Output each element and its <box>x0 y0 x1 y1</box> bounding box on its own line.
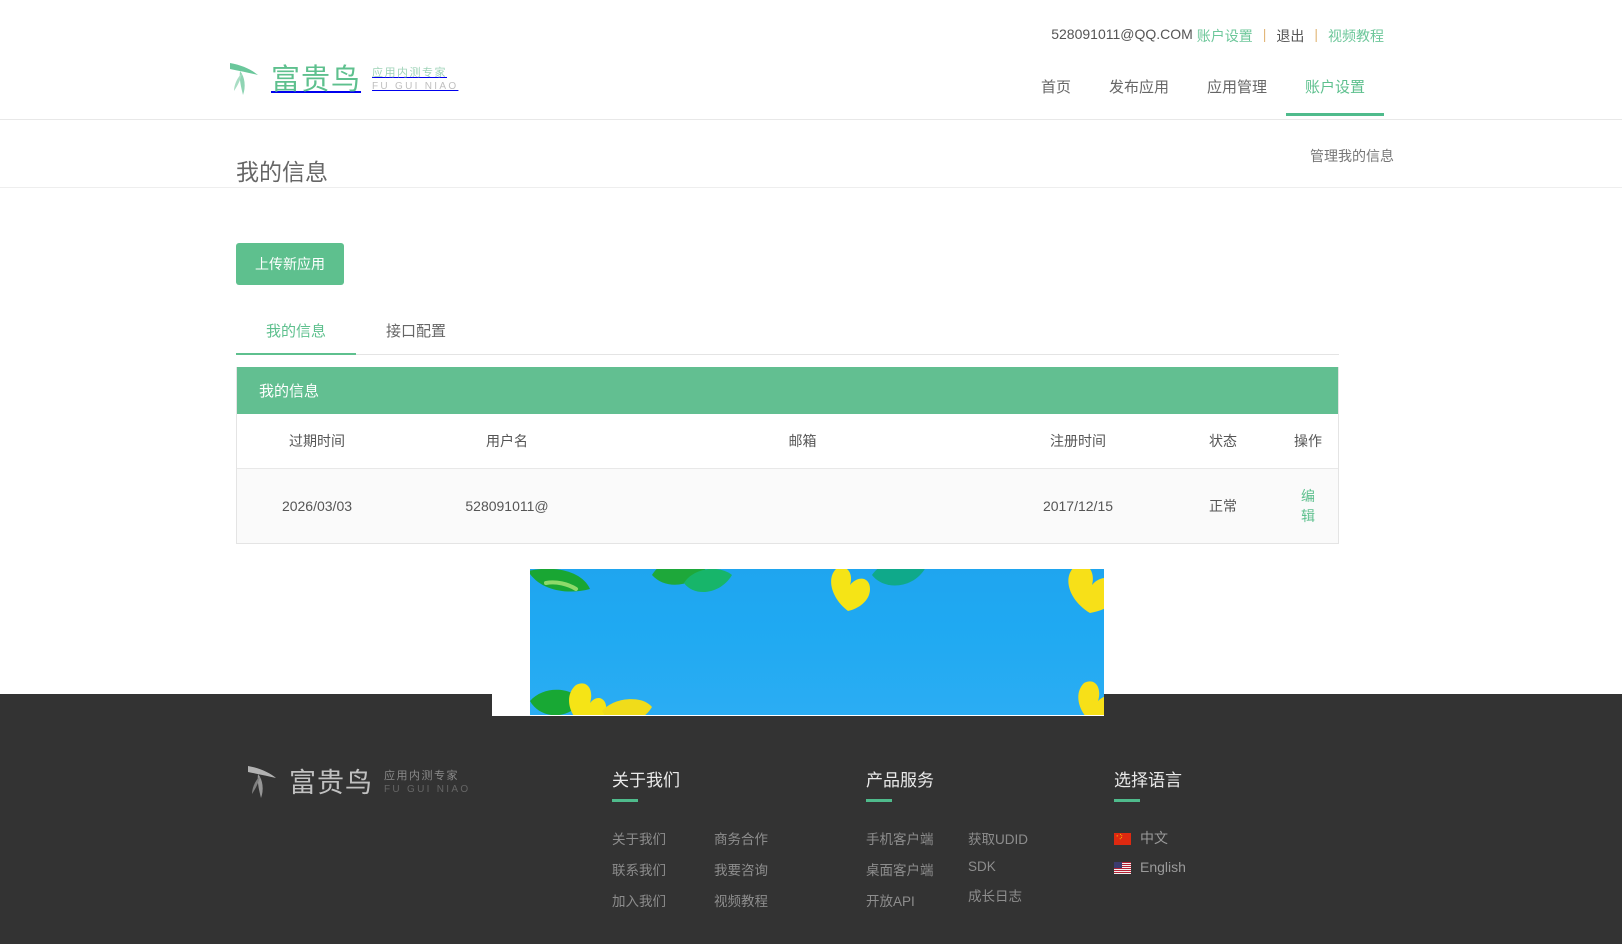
footer-link-open-api[interactable]: 开放API <box>866 890 954 910</box>
us-flag-icon <box>1114 861 1131 873</box>
footer-products-title: 产品服务 <box>866 766 1028 791</box>
page-title: 我的信息 <box>236 153 328 187</box>
site-footer <box>0 694 1622 944</box>
footer-link-group: 手机客户端 桌面客户端 开放API <box>866 828 954 910</box>
footer-link-sdk[interactable]: SDK <box>968 859 1028 874</box>
leaf-bird-logo-icon <box>228 57 262 97</box>
leaf-icon <box>1060 569 1104 615</box>
footer-link-video-tutorial[interactable]: 视频教程 <box>714 890 768 910</box>
footer-logo-tagline-cn: 应用内测专家 <box>384 771 470 783</box>
column-email: 邮箱 <box>617 414 988 469</box>
logout-link[interactable]: 退出 <box>1276 26 1304 46</box>
separator: | <box>1263 26 1267 42</box>
footer-title-underline <box>866 799 892 802</box>
leaf-icon <box>824 569 874 613</box>
footer-logo-tagline: 应用内测专家 FU GUI NIAO <box>384 765 470 795</box>
footer-link-mobile-client[interactable]: 手机客户端 <box>866 828 954 848</box>
footer-about-links: 关于我们 联系我们 加入我们 商务合作 我要咨询 视频教程 <box>612 828 768 910</box>
tab-api-config[interactable]: 接口配置 <box>356 310 476 355</box>
footer-link-get-udid[interactable]: 获取UDID <box>968 828 1028 848</box>
footer-link-group: 商务合作 我要咨询 视频教程 <box>714 828 768 910</box>
footer-title-underline <box>1114 799 1140 802</box>
account-settings-link[interactable]: 账户设置 <box>1197 26 1253 46</box>
column-username: 用户名 <box>397 414 617 469</box>
overlay-preview-image[interactable] <box>530 569 1104 715</box>
table-header-row: 过期时间 用户名 邮箱 注册时间 状态 操作 <box>237 414 1338 469</box>
footer-products-links: 手机客户端 桌面客户端 开放API 获取UDID SDK 成长日志 <box>866 828 1028 910</box>
cell-username: 528091011@ <box>397 469 617 544</box>
table-row: 2026/03/03 528091011@ 2017/12/15 正常 编辑 <box>237 469 1338 544</box>
separator: | <box>1314 26 1318 42</box>
edit-link[interactable]: 编辑 <box>1299 486 1317 526</box>
my-info-card: 我的信息 过期时间 用户名 邮箱 注册时间 状态 操作 2026/03/03 <box>236 367 1339 544</box>
leaf-icon <box>1070 679 1104 715</box>
upload-new-app-button[interactable]: 上传新应用 <box>236 243 344 285</box>
leaf-icon <box>870 569 928 597</box>
nav-item-apps[interactable]: 应用管理 <box>1188 64 1286 116</box>
footer-language-title: 选择语言 <box>1114 766 1186 791</box>
language-option-chinese[interactable]: 中文 <box>1114 828 1186 848</box>
site-logo[interactable]: 富贵鸟 应用内测专家 FU GUI NIAO <box>228 56 458 98</box>
footer-column-about: 关于我们 关于我们 联系我们 加入我们 商务合作 我要咨询 视频教程 <box>612 766 768 910</box>
language-link-english[interactable]: English <box>1140 859 1186 875</box>
footer-logo-name: 富贵鸟 <box>289 761 373 800</box>
footer-link-business[interactable]: 商务合作 <box>714 828 768 848</box>
my-info-table: 过期时间 用户名 邮箱 注册时间 状态 操作 2026/03/03 528091… <box>237 414 1338 543</box>
footer-logo-tagline-en: FU GUI NIAO <box>384 785 470 796</box>
footer-link-contact-us[interactable]: 联系我们 <box>612 859 700 879</box>
logo-tagline-en: FU GUI NIAO <box>372 82 458 93</box>
tab-my-info[interactable]: 我的信息 <box>236 310 356 355</box>
logo-tagline-cn: 应用内测专家 <box>372 68 458 80</box>
footer-link-join-us[interactable]: 加入我们 <box>612 890 700 910</box>
footer-column-language: 选择语言 中文 English <box>1114 766 1186 886</box>
nav-item-account[interactable]: 账户设置 <box>1286 64 1384 116</box>
cell-expire-time: 2026/03/03 <box>237 469 397 544</box>
footer-link-group: 关于我们 联系我们 加入我们 <box>612 828 700 910</box>
cell-status: 正常 <box>1168 469 1278 544</box>
cell-email <box>617 469 988 544</box>
video-tutorial-link[interactable]: 视频教程 <box>1328 26 1384 46</box>
footer-link-consult[interactable]: 我要咨询 <box>714 859 768 879</box>
footer-column-products: 产品服务 手机客户端 桌面客户端 开放API 获取UDID SDK 成长日志 <box>866 766 1028 910</box>
nav-item-home[interactable]: 首页 <box>1022 64 1090 116</box>
content-tabs: 我的信息 接口配置 <box>236 310 1339 355</box>
cell-register-time: 2017/12/15 <box>988 469 1168 544</box>
page-root: 528091011@QQ.COM 账户设置 | 退出 | 视频教程 富贵鸟 应用… <box>0 0 1622 944</box>
account-email: 528091011@QQ.COM <box>1051 26 1193 42</box>
leaf-icon <box>600 695 654 715</box>
table-body: 2026/03/03 528091011@ 2017/12/15 正常 编辑 <box>237 469 1338 544</box>
footer-link-desktop-client[interactable]: 桌面客户端 <box>866 859 954 879</box>
footer-title-underline <box>612 799 638 802</box>
page-title-bar: 我的信息 管理我的信息 <box>0 120 1622 188</box>
column-action: 操作 <box>1278 414 1338 469</box>
footer-link-about-us[interactable]: 关于我们 <box>612 828 700 848</box>
nav-item-publish[interactable]: 发布应用 <box>1090 64 1188 116</box>
leaf-icon <box>530 569 594 611</box>
manage-my-info-label: 管理我的信息 <box>1310 146 1394 166</box>
top-utility-bar: 528091011@QQ.COM 账户设置 | 退出 | 视频教程 <box>0 0 1622 58</box>
footer-link-growth-log[interactable]: 成长日志 <box>968 885 1028 905</box>
main-navigation: 首页 发布应用 应用管理 账户设置 <box>1022 64 1384 116</box>
site-header: 富贵鸟 应用内测专家 FU GUI NIAO 首页 发布应用 应用管理 账户设置 <box>0 58 1622 120</box>
footer-about-title: 关于我们 <box>612 766 768 791</box>
leaf-bird-logo-icon <box>246 760 280 800</box>
footer-logo: 富贵鸟 应用内测专家 FU GUI NIAO <box>246 760 470 800</box>
card-header-title: 我的信息 <box>237 367 1338 414</box>
cn-flag-icon <box>1114 832 1131 844</box>
column-expire-time: 过期时间 <box>237 414 397 469</box>
logo-tagline: 应用内测专家 FU GUI NIAO <box>372 62 458 92</box>
language-option-english[interactable]: English <box>1114 859 1186 875</box>
leaf-icon <box>682 569 734 605</box>
footer-link-group: 获取UDID SDK 成长日志 <box>968 828 1028 910</box>
column-status: 状态 <box>1168 414 1278 469</box>
logo-name: 富贵鸟 <box>271 56 361 98</box>
column-register-time: 注册时间 <box>988 414 1168 469</box>
language-link-chinese[interactable]: 中文 <box>1140 828 1168 848</box>
table-header: 过期时间 用户名 邮箱 注册时间 状态 操作 <box>237 414 1338 469</box>
cell-action: 编辑 <box>1278 469 1338 544</box>
